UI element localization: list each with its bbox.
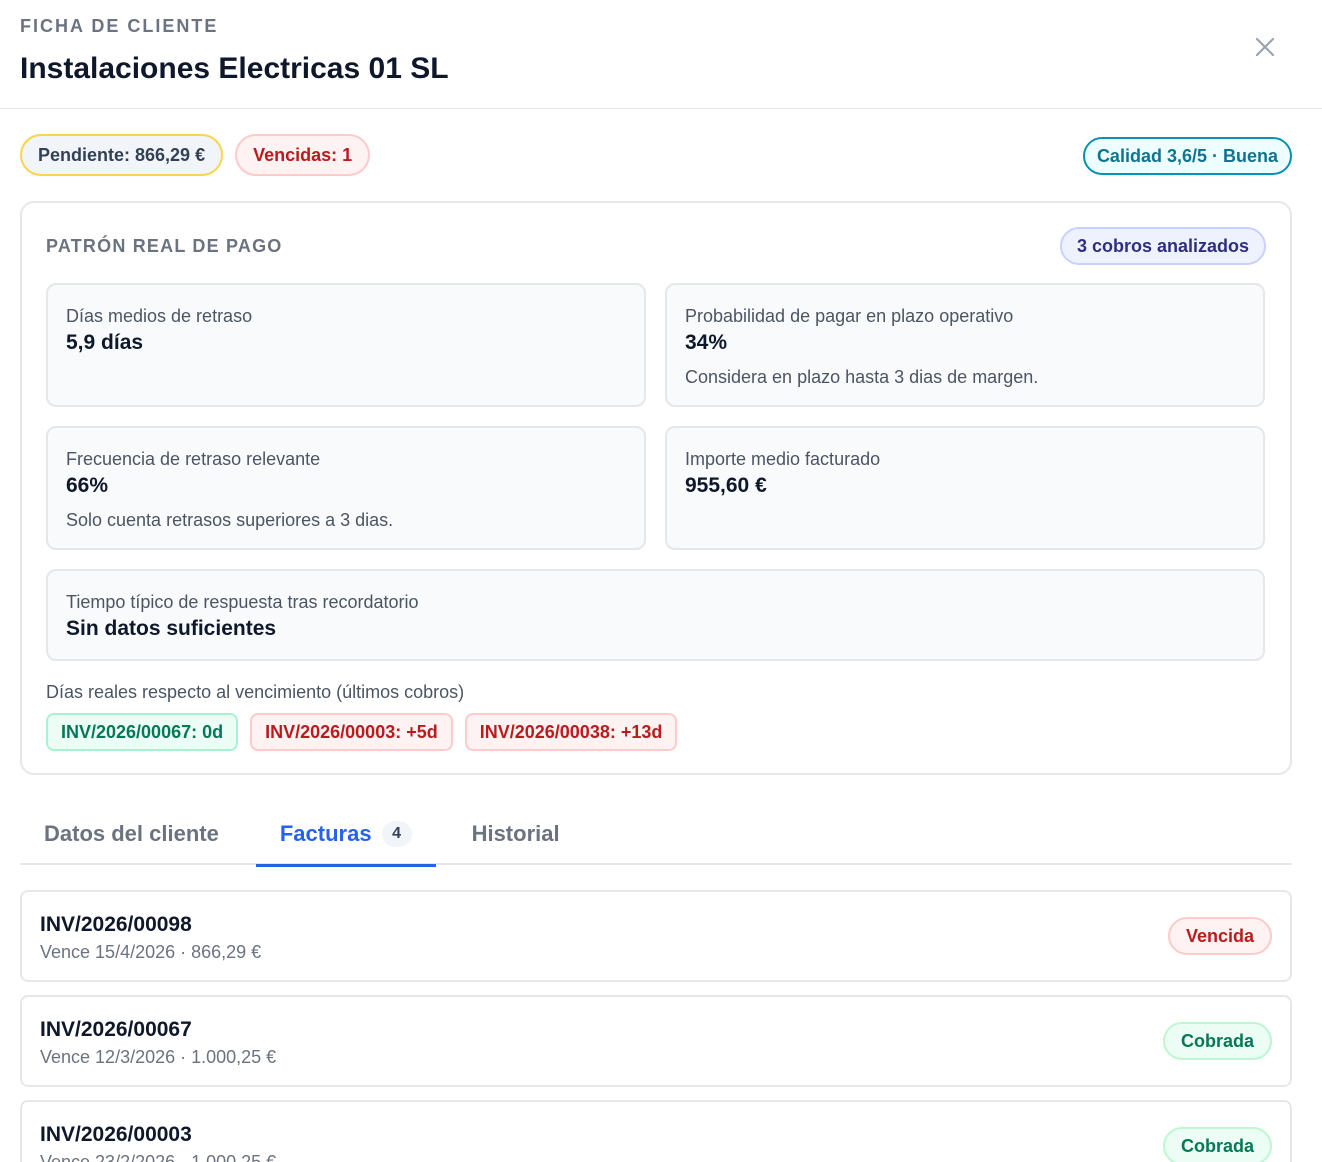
tab-datos-cliente[interactable]: Datos del cliente [20, 815, 243, 865]
invoice-row[interactable]: INV/2026/00067 Vence 12/3/2026 · 1.000,2… [20, 995, 1292, 1087]
invoice-meta: Vence 23/2/2026 · 1.000,25 € [40, 1152, 277, 1162]
drawer-content: Pendiente: 866,29 € Vencidas: 1 Calidad … [0, 134, 1322, 1162]
invoice-meta: Vence 15/4/2026 · 866,29 € [40, 942, 262, 962]
metric-label: Tiempo típico de respuesta tras recordat… [66, 592, 419, 612]
tab-count-badge: 4 [381, 821, 412, 847]
metric-label: Frecuencia de retraso relevante [66, 449, 321, 469]
day-chips: INV/2026/00067: 0d INV/2026/00003: +5d I… [46, 713, 1266, 751]
metric-avg-delay: Días medios de retraso 5,9 días [46, 283, 646, 407]
tab-bar: Datos del cliente Facturas 4 Historial [20, 815, 1292, 867]
close-button[interactable] [1248, 30, 1282, 64]
tab-label: Facturas [279, 821, 372, 846]
metric-value: 955,60 € [685, 474, 767, 497]
metric-note: Considera en plazo hasta 3 dias de marge… [685, 367, 1039, 387]
invoice-number: INV/2026/00003 [40, 1123, 192, 1146]
metric-note: Solo cuenta retrasos superiores a 3 dias… [66, 510, 394, 530]
drawer-header: FICHA DE CLIENTE Instalaciones Electrica… [0, 0, 1322, 109]
metric-value: 66% [66, 474, 109, 497]
tab-facturas[interactable]: Facturas 4 [255, 815, 436, 867]
metric-value: 34% [685, 331, 728, 354]
page-title: Instalaciones Electricas 01 SL [20, 52, 449, 85]
metric-label: Importe medio facturado [685, 449, 881, 469]
status-badge: Vencida [1167, 917, 1272, 955]
analyzed-count-badge: 3 cobros analizados [1059, 227, 1266, 265]
pattern-title: PATRÓN REAL DE PAGO [46, 235, 283, 256]
day-chip: INV/2026/00003: +5d [250, 713, 453, 751]
day-chip: INV/2026/00067: 0d [46, 713, 239, 751]
status-badge: Cobrada [1162, 1022, 1272, 1060]
tab-label: Datos del cliente [44, 821, 219, 846]
metric-label: Días medios de retraso [66, 306, 253, 326]
close-icon [1255, 37, 1275, 57]
pending-badge: Pendiente: 866,29 € [20, 134, 224, 176]
status-badge: Cobrada [1162, 1127, 1272, 1162]
overdue-badge: Vencidas: 1 [235, 134, 371, 176]
invoice-meta: Vence 12/3/2026 · 1.000,25 € [40, 1047, 277, 1067]
invoice-number: INV/2026/00067 [40, 1018, 192, 1041]
metric-value: 5,9 días [66, 331, 144, 354]
metric-value: Sin datos suficientes [66, 617, 277, 640]
metric-delay-frequency: Frecuencia de retraso relevante 66% Solo… [46, 426, 646, 550]
metric-on-time-probability: Probabilidad de pagar en plazo operativo… [665, 283, 1265, 407]
quality-badge: Calidad 3,6/5 · Buena [1082, 137, 1292, 175]
metrics-grid: Días medios de retraso 5,9 días Probabil… [46, 283, 1266, 661]
invoice-row[interactable]: INV/2026/00003 Vence 23/2/2026 · 1.000,2… [20, 1100, 1292, 1162]
invoice-row[interactable]: INV/2026/00098 Vence 15/4/2026 · 866,29 … [20, 890, 1292, 982]
metric-label: Probabilidad de pagar en plazo operativo [685, 306, 1014, 326]
eyebrow-label: FICHA DE CLIENTE [20, 16, 219, 36]
tab-historial[interactable]: Historial [448, 815, 584, 865]
invoice-list: INV/2026/00098 Vence 15/4/2026 · 866,29 … [20, 890, 1292, 1162]
tab-label: Historial [471, 821, 560, 846]
day-chip: INV/2026/00038: +13d [464, 713, 678, 751]
summary-badges: Pendiente: 866,29 € Vencidas: 1 Calidad … [20, 134, 1292, 176]
days-label: Días reales respecto al vencimiento (últ… [46, 682, 465, 702]
invoice-number: INV/2026/00098 [40, 913, 192, 936]
metric-avg-amount: Importe medio facturado 955,60 € [665, 426, 1265, 550]
payment-pattern-card: PATRÓN REAL DE PAGO 3 cobros analizados … [20, 201, 1292, 775]
pattern-header: PATRÓN REAL DE PAGO 3 cobros analizados [46, 227, 1266, 265]
metric-reminder-response: Tiempo típico de respuesta tras recordat… [46, 569, 1265, 661]
